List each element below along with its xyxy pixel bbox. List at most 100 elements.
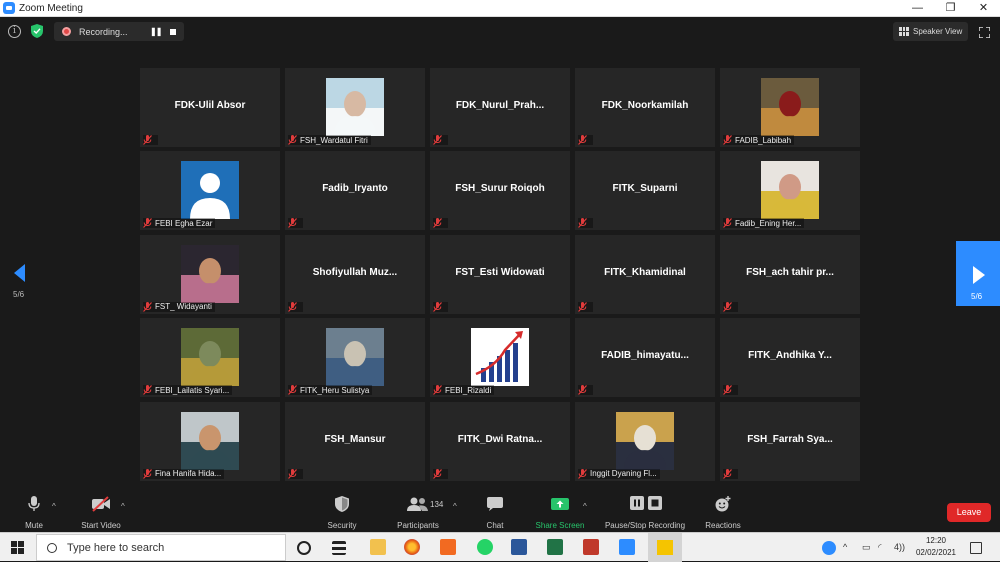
taskbar-search-input[interactable] (67, 541, 267, 554)
participant-tile[interactable]: FSH_Farrah Sya... (720, 401, 860, 481)
profile-picture (616, 411, 674, 470)
participant-tile[interactable]: FST_Esti Widowati (430, 234, 570, 314)
participant-tile[interactable]: FITK_Suparni (575, 151, 715, 231)
taskbar-search[interactable] (36, 534, 286, 561)
firefox-icon[interactable] (404, 539, 420, 555)
whatsapp-icon[interactable] (477, 539, 493, 555)
participant-caption: Inggit Dyaning Fl... (578, 468, 660, 479)
app-orange-icon[interactable] (440, 539, 456, 555)
participant-tile[interactable]: Fadib_Ening Her... (720, 151, 860, 231)
mic-muted-icon (578, 135, 587, 145)
profile-picture-chart (471, 328, 529, 387)
participant-tile[interactable]: FEBI Egha Ezar (140, 151, 280, 231)
previous-page-button[interactable]: 5/6 (13, 264, 29, 304)
participant-tile[interactable]: FSH_Surur Roiqoh (430, 151, 570, 231)
profile-picture (181, 244, 239, 303)
tray-expand-icon[interactable]: ^ (843, 542, 847, 552)
recording-dot-icon (62, 27, 71, 36)
next-page-button[interactable]: 5/6 (956, 241, 1000, 306)
taskbar-clock[interactable]: 12:20 02/02/2021 (914, 535, 958, 559)
speaker-view-button[interactable]: Speaker View (893, 22, 968, 41)
mute-button[interactable]: Mute (20, 496, 48, 530)
participant-tile[interactable]: FDK_Nurul_Prah... (430, 68, 570, 147)
participant-caption: FEBI Egha Ezar (143, 218, 216, 229)
participant-name-label: Inggit Dyaning Fl... (590, 469, 657, 479)
participant-caption: Fina Hanifa Hida... (143, 468, 225, 479)
participant-tile[interactable]: Inggit Dyaning Fl... (575, 401, 715, 481)
participant-tile[interactable]: FDK-Ulil Absor (140, 68, 280, 147)
video-options-caret[interactable]: ^ (121, 502, 125, 511)
participant-tile[interactable]: FSH_Mansur (285, 401, 425, 481)
tray-volume-icon[interactable]: 4)) (894, 542, 905, 552)
participant-caption (288, 468, 303, 479)
participant-tile[interactable]: FITK_Khamidinal (575, 234, 715, 314)
word-icon[interactable] (511, 539, 527, 555)
participant-name-center: FDK-Ulil Absor (174, 100, 246, 111)
encryption-shield-icon[interactable] (31, 24, 43, 38)
close-button[interactable]: ✕ (967, 0, 1000, 17)
meeting-toolbar: Mute ^ Start Video ^ Security Participan… (0, 492, 1000, 532)
participants-options-caret[interactable]: ^ (453, 502, 457, 511)
arrow-right-icon (973, 266, 985, 284)
file-explorer-icon[interactable] (370, 539, 386, 555)
zoom-taskbar-icon[interactable] (619, 539, 635, 555)
participant-name-center: FADIB_himayatu... (601, 350, 689, 362)
participant-tile[interactable]: FITK_Heru Sulistya (285, 318, 425, 398)
participant-tile[interactable]: FST_ Widayanti (140, 234, 280, 314)
excel-icon[interactable] (547, 539, 563, 555)
participant-tile[interactable]: FITK_Andhika Y... (720, 318, 860, 398)
restore-button[interactable]: ❐ (934, 0, 967, 17)
reactions-button[interactable]: Reactions (705, 496, 741, 530)
participant-tile[interactable]: Shofiyullah Muz... (285, 234, 425, 314)
mic-muted-icon (288, 135, 297, 145)
participant-tile[interactable]: Fina Hanifa Hida... (140, 401, 280, 481)
minimize-button[interactable]: — (901, 0, 934, 17)
share-options-caret[interactable]: ^ (583, 502, 587, 511)
chat-button[interactable]: Chat (481, 496, 509, 530)
participant-tile[interactable]: FEBI_Lailatis Syari... (140, 318, 280, 398)
participant-tile[interactable]: FITK_Dwi Ratna... (430, 401, 570, 481)
tray-help-icon[interactable] (822, 541, 836, 555)
mic-muted-icon (288, 468, 297, 479)
audio-options-caret[interactable]: ^ (52, 502, 56, 511)
speaker-view-label: Speaker View (913, 27, 963, 36)
fullscreen-icon[interactable] (979, 27, 990, 38)
stop-recording-button[interactable] (170, 29, 176, 35)
participant-name-center: FITK_Suparni (612, 183, 678, 195)
notifications-icon[interactable] (970, 542, 982, 554)
app-red-icon[interactable] (583, 539, 599, 555)
participants-button[interactable]: Participants (397, 496, 439, 530)
profile-picture (761, 78, 819, 136)
participant-name-center: FSH_Farrah Sya... (747, 433, 833, 445)
pause-recording-button[interactable]: ❚❚ (150, 27, 162, 36)
participant-tile[interactable]: FSH_ach tahir pr... (720, 234, 860, 314)
participant-tile[interactable]: Fadib_Iryanto (285, 151, 425, 231)
cortana-icon[interactable] (297, 541, 311, 555)
active-app-slot[interactable] (648, 533, 682, 562)
security-label: Security (327, 521, 357, 530)
security-button[interactable]: Security (328, 496, 356, 530)
share-screen-button[interactable]: Share Screen (536, 496, 584, 530)
participant-tile[interactable]: FDK_Noorkamilah (575, 68, 715, 147)
tray-wifi-icon[interactable]: ◜ (878, 542, 882, 553)
recording-indicator: Recording... ❚❚ (54, 22, 184, 41)
start-video-button[interactable]: Start Video (81, 496, 121, 530)
leave-button[interactable]: Leave (947, 503, 991, 522)
tray-storage-icon[interactable]: ▭ (862, 542, 871, 553)
participant-tile[interactable]: FADIB_himayatu... (575, 318, 715, 398)
participant-tile[interactable]: FEBI_Rizaldi (430, 318, 570, 398)
task-view-icon[interactable] (332, 541, 346, 555)
participant-tile[interactable]: FSH_Wardatul Fitri (285, 68, 425, 147)
arrow-left-icon (14, 264, 25, 282)
mic-muted-icon (723, 385, 732, 396)
pause-stop-recording-button[interactable]: Pause/Stop Recording (605, 496, 685, 530)
share-screen-label: Share Screen (535, 521, 585, 530)
participant-caption: FST_ Widayanti (143, 301, 215, 312)
participant-tile[interactable]: FADIB_Labibah (720, 68, 860, 147)
windows-start-icon[interactable] (11, 541, 24, 554)
participant-name-label: FADIB_Labibah (735, 135, 792, 145)
info-icon[interactable]: i (8, 25, 21, 38)
mic-muted-icon (288, 218, 297, 229)
participant-name-center: FDK_Noorkamilah (601, 100, 689, 111)
pause-stop-recording-label: Pause/Stop Recording (604, 521, 686, 530)
